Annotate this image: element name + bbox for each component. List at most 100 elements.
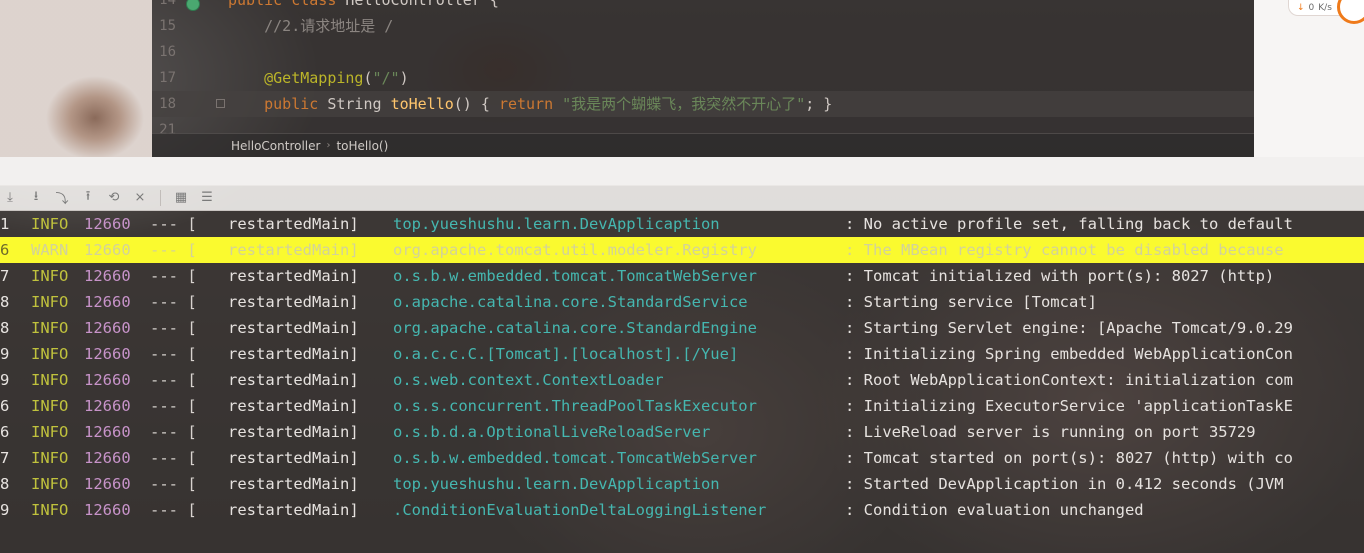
row-index: 8 xyxy=(0,319,10,337)
panel-divider[interactable] xyxy=(0,157,1364,186)
log-row[interactable]: 9 INFO 12660 --- [restartedMain] o.s.web.con… xyxy=(0,367,1364,393)
log-level: WARN xyxy=(31,241,69,259)
editor-line[interactable]: 16 xyxy=(152,39,1254,65)
thread-name: restartedMain] xyxy=(228,371,359,389)
separator: --- [ xyxy=(150,449,197,467)
editor-line[interactable]: 14 public class HelloController { xyxy=(152,0,1254,13)
log-message: : Root WebApplicationContext: initializa… xyxy=(845,371,1293,389)
breadcrumb-separator-icon: › xyxy=(326,140,331,151)
separator: --- [ xyxy=(150,215,197,233)
separator: --- [ xyxy=(150,397,197,415)
logger-name: o.s.b.d.a.OptionalLiveReloadServer xyxy=(393,423,711,441)
log-message: : Starting service [Tomcat] xyxy=(845,293,1097,311)
code-token: @GetMapping xyxy=(228,69,364,87)
thread-name: restartedMain] xyxy=(228,475,359,493)
logger-name: org.apache.tomcat.util.modeler.Registry xyxy=(393,241,757,259)
code-token: //2.请求地址是 / xyxy=(228,17,394,35)
clear-icon[interactable]: ⨯ xyxy=(130,188,150,208)
process-id: 12660 xyxy=(84,475,131,493)
code-editor[interactable]: 14 public class HelloController {15 //2.请… xyxy=(152,0,1254,157)
separator: --- [ xyxy=(150,371,197,389)
run-class-icon[interactable] xyxy=(186,0,200,11)
code-token: () { xyxy=(453,95,499,113)
log-message: : Started DevApplicaption in 0.412 secon… xyxy=(845,475,1284,493)
log-level: INFO xyxy=(31,397,69,415)
download-icon[interactable]: ⭳ xyxy=(26,188,46,208)
line-code: public String toHello() { return "我是两个蝴蝶… xyxy=(228,91,832,117)
log-row[interactable]: 8 INFO 12660 --- [restartedMain] o.apache.ca… xyxy=(0,289,1364,315)
line-number: 16 xyxy=(159,44,176,60)
log-row[interactable]: 1 INFO 12660 --- [restartedMain] top.yueshus… xyxy=(0,211,1364,237)
process-id: 12660 xyxy=(84,449,131,467)
log-level: INFO xyxy=(31,345,69,363)
fold-marker-icon[interactable] xyxy=(216,99,225,108)
logger-name: o.s.b.w.embedded.tomcat.TomcatWebServer xyxy=(393,449,757,467)
thread-name: restartedMain] xyxy=(228,241,359,259)
network-speed-unit: K/s xyxy=(1318,2,1332,13)
process-id: 12660 xyxy=(84,241,131,259)
log-message: : LiveReload server is running on port 3… xyxy=(845,423,1256,441)
editor-line[interactable]: 17 @GetMapping("/") xyxy=(152,65,1254,91)
separator: --- [ xyxy=(150,241,197,259)
row-index: 6 xyxy=(0,423,10,441)
process-id: 12660 xyxy=(84,319,131,337)
log-message: : Initializing ExecutorService 'applicat… xyxy=(845,397,1293,415)
log-message: : Tomcat initialized with port(s): 8027 … xyxy=(845,267,1275,285)
log-level: INFO xyxy=(31,293,69,311)
log-level: INFO xyxy=(31,475,69,493)
toolbar-divider xyxy=(160,189,161,206)
log-message: : Initializing Spring embedded WebApplic… xyxy=(845,345,1293,363)
log-level: INFO xyxy=(31,501,69,519)
logger-name: org.apache.catalina.core.StandardEngine xyxy=(393,319,757,337)
log-row-warning[interactable]: 6 WARN 12660 --- [ restartedMain] org.apache.… xyxy=(0,237,1364,263)
log-row[interactable]: 9 INFO 12660 --- [restartedMain] o.a.c.c.C.[… xyxy=(0,341,1364,367)
log-row[interactable]: 8 INFO 12660 --- [restartedMain] top.yueshus… xyxy=(0,471,1364,497)
thread-name: restartedMain] xyxy=(228,267,359,285)
log-row[interactable]: 9 INFO 12660 --- [restartedMain] .ConditionE… xyxy=(0,497,1364,523)
thread-name: restartedMain] xyxy=(228,215,359,233)
console-toolbar: ⤓ ⭳ ⤵ ⭱ ⟲ ⨯ ▦ ☰ xyxy=(0,185,1364,211)
code-token: "/" xyxy=(372,69,400,87)
console-output[interactable]: 1 INFO 12660 --- [restartedMain] top.yueshus… xyxy=(0,211,1364,553)
upload-icon[interactable]: ⭱ xyxy=(78,188,98,208)
log-level: INFO xyxy=(31,423,69,441)
settings-icon[interactable]: ☰ xyxy=(197,188,217,208)
breadcrumb: HelloController › toHello() xyxy=(152,133,1254,157)
logger-name: o.s.web.context.ContextLoader xyxy=(393,371,664,389)
log-row[interactable]: 8 INFO 12660 --- [restartedMain] org.apache.… xyxy=(0,315,1364,341)
wallpaper-eye-region xyxy=(0,0,152,157)
row-index: 7 xyxy=(0,449,10,467)
log-row[interactable]: 6 INFO 12660 --- [restartedMain] o.s.b.d.a.O… xyxy=(0,419,1364,445)
log-level: INFO xyxy=(31,215,69,233)
row-index: 8 xyxy=(0,293,10,311)
log-level: INFO xyxy=(31,449,69,467)
log-message: : Tomcat started on port(s): 8027 (http)… xyxy=(845,449,1293,467)
print-icon[interactable]: ▦ xyxy=(171,188,191,208)
line-number: 17 xyxy=(159,70,176,86)
log-row[interactable]: 7 INFO 12660 --- [restartedMain] o.s.b.w.emb… xyxy=(0,445,1364,471)
code-token: String xyxy=(327,95,391,113)
restore-icon[interactable]: ⟲ xyxy=(104,188,124,208)
breadcrumb-class[interactable]: HelloController xyxy=(231,139,320,153)
scroll-to-end-icon[interactable]: ⤓ xyxy=(0,188,20,208)
thread-name: restartedMain] xyxy=(228,501,359,519)
logger-name: o.apache.catalina.core.StandardService xyxy=(393,293,748,311)
separator: --- [ xyxy=(150,267,197,285)
code-token: toHello xyxy=(390,95,454,113)
editor-line[interactable]: 15 //2.请求地址是 / xyxy=(152,13,1254,39)
separator: --- [ xyxy=(150,423,197,441)
log-row[interactable]: 7 INFO 12660 --- [restartedMain] o.s.b.w.emb… xyxy=(0,263,1364,289)
log-message: : The MBean registry cannot be disabled … xyxy=(845,241,1284,259)
row-index: 6 xyxy=(0,241,10,259)
breadcrumb-method[interactable]: toHello() xyxy=(336,139,388,153)
log-message: : Starting Servlet engine: [Apache Tomca… xyxy=(845,319,1293,337)
log-level: INFO xyxy=(31,267,69,285)
log-message: : No active profile set, falling back to… xyxy=(845,215,1293,233)
code-token: ; } xyxy=(805,95,833,113)
log-row[interactable]: 6 INFO 12660 --- [restartedMain] o.s.s.concu… xyxy=(0,393,1364,419)
line-number: 15 xyxy=(159,18,176,34)
logger-name: o.s.b.w.embedded.tomcat.TomcatWebServer xyxy=(393,267,757,285)
editor-line[interactable]: 18 public String toHello() { return "我是两… xyxy=(152,91,1254,117)
soft-wrap-icon[interactable]: ⤵ xyxy=(52,188,72,208)
row-index: 6 xyxy=(0,397,10,415)
